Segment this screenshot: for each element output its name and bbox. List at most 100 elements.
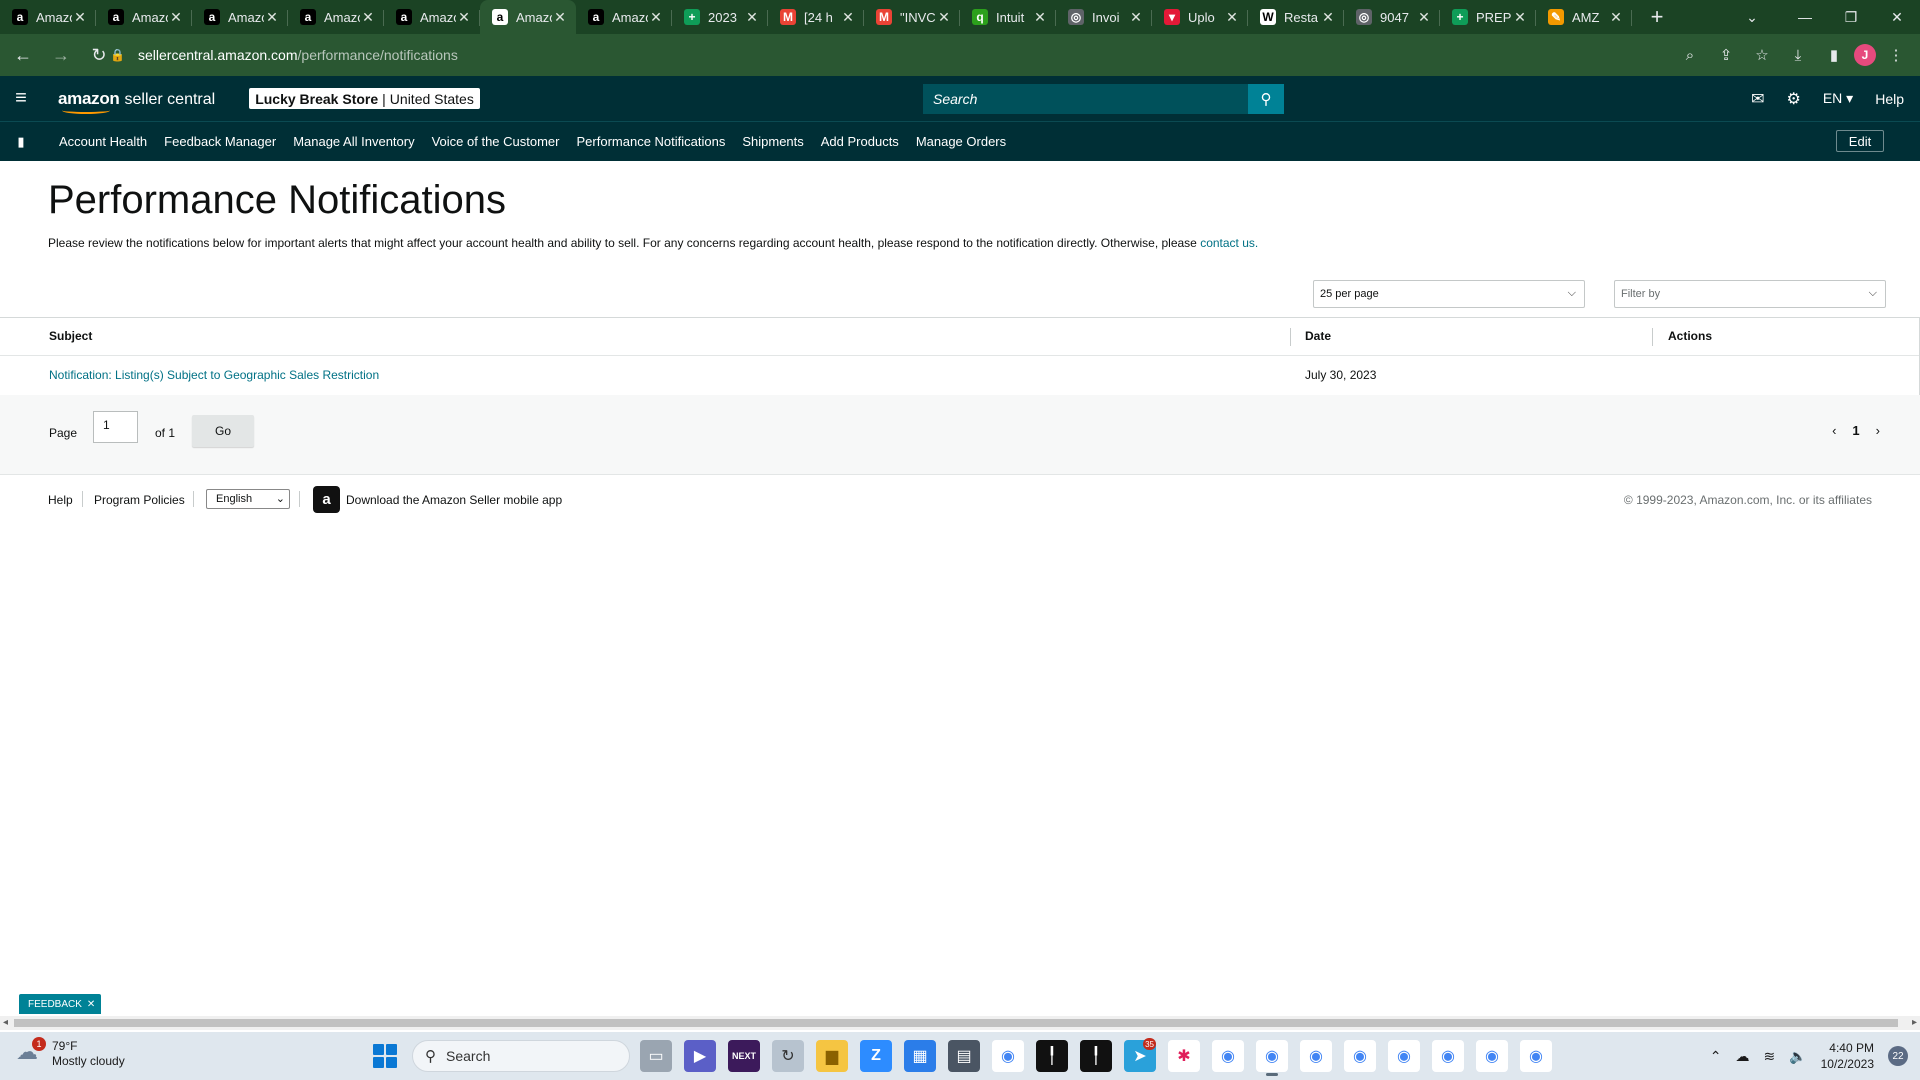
tab-close-icon[interactable]: ✕: [456, 9, 472, 26]
teams-icon[interactable]: ▶: [684, 1040, 716, 1072]
browser-tab[interactable]: W Resta ✕: [1248, 0, 1344, 34]
nav-link[interactable]: Manage All Inventory: [293, 134, 414, 149]
bookmark-star-icon[interactable]: ☆: [1746, 39, 1778, 71]
browser-tab[interactable]: a Amazon✕: [480, 0, 576, 34]
stock-app-icon[interactable]: ╿: [1036, 1040, 1068, 1072]
go-button[interactable]: Go: [192, 415, 254, 447]
notification-subject-link[interactable]: Notification: Listing(s) Subject to Geog…: [49, 368, 379, 382]
page-number-input[interactable]: 1: [93, 411, 138, 443]
notifications-badge[interactable]: 22: [1888, 1046, 1908, 1066]
profile-avatar[interactable]: J: [1854, 44, 1876, 66]
restore-icon[interactable]: ❐: [1828, 0, 1874, 34]
chevron-up-icon[interactable]: ⌃: [1710, 1048, 1722, 1065]
nav-link[interactable]: Shipments: [742, 134, 803, 149]
stock-app-icon-2[interactable]: ╿: [1080, 1040, 1112, 1072]
browser-tab[interactable]: a Amazon✕: [96, 0, 192, 34]
nav-link[interactable]: Feedback Manager: [164, 134, 276, 149]
edit-nav-button[interactable]: Edit: [1836, 130, 1884, 152]
browser-tab[interactable]: + PREP ✕: [1440, 0, 1536, 34]
nav-link[interactable]: Manage Orders: [916, 134, 1006, 149]
tab-close-icon[interactable]: ✕: [936, 9, 952, 26]
seller-central-logo[interactable]: amazon seller central: [58, 89, 215, 114]
telegram-icon[interactable]: ➤ 35: [1124, 1038, 1156, 1072]
chrome-profile-icon[interactable]: ◉: [1300, 1040, 1332, 1072]
browser-tab[interactable]: a Amazon✕: [288, 0, 384, 34]
zoom-app-icon[interactable]: Z: [860, 1040, 892, 1072]
tab-close-icon[interactable]: ✕: [72, 9, 88, 26]
browser-tab[interactable]: M "INVC ✕: [864, 0, 960, 34]
download-app-link[interactable]: Download the Amazon Seller mobile app: [346, 493, 562, 507]
nav-link[interactable]: Voice of the Customer: [432, 134, 560, 149]
calculator-icon[interactable]: ▤: [948, 1040, 980, 1072]
nav-link[interactable]: Add Products: [821, 134, 899, 149]
download-icon[interactable]: ⤓: [1782, 39, 1814, 71]
search-button[interactable]: ⚲: [1248, 84, 1284, 114]
sync-icon[interactable]: ↻: [772, 1040, 804, 1072]
nav-link[interactable]: Account Health: [59, 134, 147, 149]
tab-close-icon[interactable]: ✕: [552, 9, 568, 26]
tab-close-icon[interactable]: ✕: [1128, 9, 1144, 26]
back-arrow-icon[interactable]: ←: [8, 40, 38, 70]
tab-close-icon[interactable]: ✕: [168, 9, 184, 26]
close-icon[interactable]: ✕: [87, 999, 95, 1010]
filter-select[interactable]: Filter by ⌵: [1614, 280, 1886, 308]
task-view-icon[interactable]: ▭: [640, 1040, 672, 1072]
feedback-button[interactable]: FEEDBACK ✕: [19, 994, 102, 1014]
browser-tab[interactable]: a Amazon✕: [384, 0, 480, 34]
horizontal-scrollbar[interactable]: ◂ ▸: [0, 1016, 1920, 1030]
browser-tab[interactable]: ▾ Uplo ✕: [1152, 0, 1248, 34]
taskbar-search[interactable]: ⚲ Search: [412, 1040, 630, 1072]
browser-tab[interactable]: M [24 h ✕: [768, 0, 864, 34]
current-page[interactable]: 1: [1852, 423, 1859, 438]
side-panel-icon[interactable]: ▮: [1818, 39, 1850, 71]
chrome-profile-icon[interactable]: ◉: [1476, 1040, 1508, 1072]
calendar-icon[interactable]: ▦: [904, 1040, 936, 1072]
tab-close-icon[interactable]: ✕: [1416, 9, 1432, 26]
weather-widget[interactable]: ☁ 1 79°F Mostly cloudy: [16, 1037, 125, 1069]
forward-arrow-icon[interactable]: →: [46, 40, 76, 70]
tab-close-icon[interactable]: ✕: [744, 9, 760, 26]
tab-close-icon[interactable]: ✕: [840, 9, 856, 26]
file-explorer-icon[interactable]: ▆: [816, 1040, 848, 1072]
contact-us-link[interactable]: contact us.: [1200, 236, 1258, 250]
volume-icon[interactable]: 🔈: [1789, 1048, 1806, 1065]
mail-icon[interactable]: ✉: [1751, 89, 1764, 109]
tab-close-icon[interactable]: ✕: [1608, 9, 1624, 26]
column-date[interactable]: Date: [1305, 329, 1331, 343]
zoom-icon[interactable]: ⌕: [1674, 39, 1706, 71]
onedrive-cloud-icon[interactable]: ☁: [1735, 1048, 1749, 1065]
program-policies-link[interactable]: Program Policies: [94, 493, 185, 507]
browser-tab[interactable]: ◎ Invoi ✕: [1056, 0, 1152, 34]
browser-tab[interactable]: a Amazon✕: [576, 0, 672, 34]
clock[interactable]: 4:40 PM 10/2/2023: [1821, 1040, 1874, 1072]
chrome-profile-icon[interactable]: ◉: [1520, 1040, 1552, 1072]
browser-tab[interactable]: ✎ AMZ ✕: [1536, 0, 1632, 34]
chrome-profile-icon[interactable]: ◉: [1432, 1040, 1464, 1072]
tab-close-icon[interactable]: ✕: [1320, 9, 1336, 26]
footer-language-select[interactable]: English ⌄: [206, 489, 290, 509]
search-input[interactable]: [923, 84, 1248, 114]
scroll-right-icon[interactable]: ▸: [1912, 1017, 1917, 1028]
hamburger-menu-icon[interactable]: ≡: [0, 76, 42, 121]
tab-close-icon[interactable]: ✕: [1224, 9, 1240, 26]
scroll-left-icon[interactable]: ◂: [3, 1017, 8, 1028]
browser-tab[interactable]: ◎ 9047 ✕: [1344, 0, 1440, 34]
chrome-profile-icon-active[interactable]: ◉: [1256, 1040, 1288, 1076]
browser-tab[interactable]: +2023 ✕: [672, 0, 768, 34]
next-page-icon[interactable]: ›: [1876, 423, 1880, 438]
tab-close-icon[interactable]: ✕: [360, 9, 376, 26]
gear-icon[interactable]: ⚙: [1786, 89, 1800, 109]
tab-close-icon[interactable]: ✕: [1032, 9, 1048, 26]
per-page-select[interactable]: 25 per page ⌵: [1313, 280, 1585, 308]
chrome-profile-icon[interactable]: ◉: [1388, 1040, 1420, 1072]
tab-search-chevron-icon[interactable]: ⌄: [1722, 0, 1782, 34]
address-bar[interactable]: 🔒 sellercentral.amazon.com/performance/n…: [110, 37, 1770, 73]
help-link[interactable]: Help: [1875, 91, 1904, 107]
previous-page-icon[interactable]: ‹: [1832, 423, 1836, 438]
wifi-icon[interactable]: ≋: [1763, 1048, 1775, 1065]
scrollbar-thumb[interactable]: [14, 1019, 1898, 1027]
seller-app-icon[interactable]: a: [313, 486, 340, 513]
nav-link[interactable]: Performance Notifications: [577, 134, 726, 149]
slack-icon[interactable]: ✱: [1168, 1040, 1200, 1072]
browser-tab[interactable]: a Amazon✕: [192, 0, 288, 34]
